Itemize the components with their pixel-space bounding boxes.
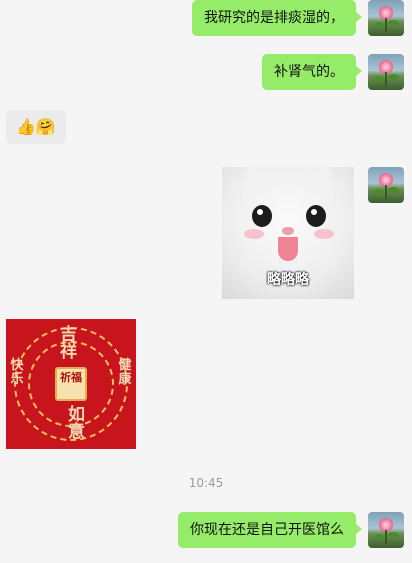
outgoing-message[interactable]: 我研究的是排痰湿的，: [192, 0, 362, 36]
message-text: 我研究的是排痰湿的，: [204, 10, 344, 26]
image-text-bottom: 如意: [64, 405, 84, 439]
my-avatar[interactable]: [368, 0, 404, 36]
my-avatar[interactable]: [368, 512, 404, 548]
sticker-caption: 略略略: [267, 272, 309, 288]
timestamp: 10:45: [188, 476, 224, 490]
blessing-image[interactable]: 吉祥 祈福 如意 快乐 健康: [6, 319, 136, 449]
image-text-center: 祈福: [55, 367, 87, 401]
image-text-top: 吉祥: [56, 325, 76, 359]
image-text-right: 健康: [118, 358, 132, 387]
image-text-left: 快乐: [10, 358, 24, 387]
message-text: 你现在还是自己开医馆么: [190, 522, 344, 538]
my-avatar[interactable]: [368, 54, 404, 90]
my-avatar[interactable]: [368, 167, 404, 203]
message-text: 补肾气的。: [274, 64, 344, 80]
outgoing-message[interactable]: 补肾气的。: [262, 54, 362, 90]
cat-sticker-image[interactable]: 略略略: [222, 167, 354, 299]
emoji-text: 👍🤗: [16, 117, 56, 136]
outgoing-message[interactable]: 你现在还是自己开医馆么: [178, 512, 362, 548]
incoming-message[interactable]: 👍🤗: [6, 110, 66, 144]
